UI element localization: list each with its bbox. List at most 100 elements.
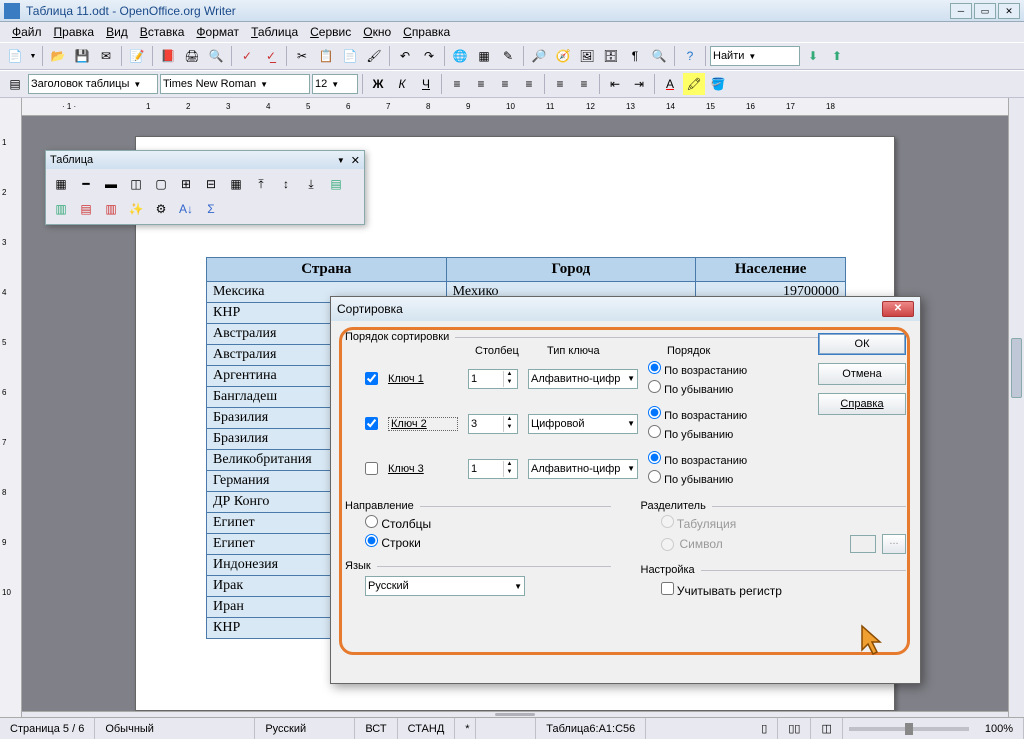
help-button[interactable]: Справка	[818, 393, 906, 415]
optimize-icon[interactable]: ▦	[225, 173, 247, 195]
undo-button[interactable]: ↶	[394, 45, 416, 67]
find-prev-button[interactable]: ⬆	[826, 45, 848, 67]
underline-button[interactable]: Ч	[415, 73, 437, 95]
insert-col-icon[interactable]: ▥	[50, 198, 72, 220]
dialog-close-button[interactable]: ✕	[882, 301, 914, 317]
direction-rows-radio[interactable]	[365, 534, 378, 547]
status-ins[interactable]: ВСТ	[355, 718, 397, 739]
align-top-icon[interactable]: ⤒	[250, 173, 272, 195]
key3-desc-radio[interactable]	[648, 470, 661, 483]
table-button[interactable]: ▦	[473, 45, 495, 67]
float-toolbar-title[interactable]: Таблица ▼ ✕	[46, 151, 364, 169]
maximize-button[interactable]: ▭	[974, 3, 996, 19]
align-left-button[interactable]: ≡	[446, 73, 468, 95]
autoformat-icon[interactable]: ✨	[125, 198, 147, 220]
close-button[interactable]: ✕	[998, 3, 1020, 19]
gallery-button[interactable]: 🖼	[576, 45, 598, 67]
nonprinting-button[interactable]: ¶	[624, 45, 646, 67]
sort-icon[interactable]: A↓	[175, 198, 197, 220]
float-toolbar-close-icon[interactable]: ✕	[351, 154, 360, 167]
sum-icon[interactable]: Σ	[200, 198, 222, 220]
dialog-titlebar[interactable]: Сортировка ✕	[331, 297, 920, 321]
align-right-button[interactable]: ≡	[494, 73, 516, 95]
sep-browse-button[interactable]: ...	[882, 534, 906, 554]
autocheck-button[interactable]: ✓̲	[260, 45, 282, 67]
align-mid-icon[interactable]: ↕	[275, 173, 297, 195]
cut-button[interactable]: ✂	[291, 45, 313, 67]
key3-type-combo[interactable]: Алфавитно-цифр▼	[528, 459, 638, 479]
key2-desc-radio[interactable]	[648, 425, 661, 438]
view-single-icon[interactable]: ▯	[751, 718, 778, 739]
vertical-scrollbar[interactable]	[1008, 98, 1024, 717]
insert-row-icon[interactable]: ▤	[325, 173, 347, 195]
numbering-button[interactable]: ≡	[549, 73, 571, 95]
line-style-icon[interactable]: ━	[75, 173, 97, 195]
status-style[interactable]: Обычный	[95, 718, 255, 739]
zoom-button[interactable]: 🔍	[648, 45, 670, 67]
menu-help[interactable]: Справка	[397, 23, 456, 41]
table-floating-toolbar[interactable]: Таблица ▼ ✕ ▦ ━ ▬ ◫ ▢ ⊞ ⊟ ▦ ⤒ ↕ ⤓ ▤ ▥ ▤ …	[45, 150, 365, 225]
datasources-button[interactable]: 🗄	[600, 45, 622, 67]
key1-column-spinner[interactable]: 1▲▼	[468, 369, 518, 389]
status-cell[interactable]: Таблица6:A1:C56	[536, 718, 646, 739]
find-button[interactable]: 🔎	[528, 45, 550, 67]
font-color-button[interactable]: A	[659, 73, 681, 95]
table-insert-icon[interactable]: ▦	[50, 173, 72, 195]
direction-cols-radio[interactable]	[365, 515, 378, 528]
highlight-button[interactable]: 🖍	[683, 73, 705, 95]
paragraph-style-combo[interactable]: Заголовок таблицы▼	[28, 74, 158, 94]
save-button[interactable]: 💾	[71, 45, 93, 67]
menu-window[interactable]: Окно	[357, 23, 397, 41]
email-button[interactable]: ✉	[95, 45, 117, 67]
language-combo[interactable]: Русский▼	[365, 576, 525, 596]
key1-checkbox[interactable]	[365, 372, 378, 385]
minimize-button[interactable]: ─	[950, 3, 972, 19]
view-multi-icon[interactable]: ▯▯	[778, 718, 811, 739]
key1-asc-radio[interactable]	[648, 361, 661, 374]
float-toolbar-menu-icon[interactable]: ▼	[337, 156, 345, 165]
open-button[interactable]: 📂	[47, 45, 69, 67]
increase-indent-button[interactable]: ⇥	[628, 73, 650, 95]
bold-button[interactable]: Ж	[367, 73, 389, 95]
borders-icon[interactable]: ◫	[125, 173, 147, 195]
decrease-indent-button[interactable]: ⇤	[604, 73, 626, 95]
new-button[interactable]: 📄	[4, 45, 26, 67]
key2-checkbox[interactable]	[365, 417, 378, 430]
line-color-icon[interactable]: ▬	[100, 173, 122, 195]
key1-type-combo[interactable]: Алфавитно-цифр▼	[528, 369, 638, 389]
align-justify-button[interactable]: ≡	[518, 73, 540, 95]
navigator-button[interactable]: 🧭	[552, 45, 574, 67]
key2-type-combo[interactable]: Цифровой▼	[528, 414, 638, 434]
status-zoom[interactable]: 100%	[975, 718, 1024, 739]
key3-column-spinner[interactable]: 1▲▼	[468, 459, 518, 479]
print-button[interactable]: 🖨	[181, 45, 203, 67]
key2-column-spinner[interactable]: 3▲▼	[468, 414, 518, 434]
case-checkbox[interactable]	[661, 582, 674, 595]
split-icon[interactable]: ⊟	[200, 173, 222, 195]
delete-col-icon[interactable]: ▥	[100, 198, 122, 220]
status-sig[interactable]	[476, 718, 536, 739]
status-modified[interactable]: *	[455, 718, 476, 739]
bgcolor-button[interactable]: 🪣	[707, 73, 729, 95]
align-center-button[interactable]: ≡	[470, 73, 492, 95]
menu-tools[interactable]: Сервис	[304, 23, 357, 41]
spellcheck-button[interactable]: ✓	[236, 45, 258, 67]
font-name-combo[interactable]: Times New Roman▼	[160, 74, 310, 94]
redo-button[interactable]: ↷	[418, 45, 440, 67]
key3-asc-radio[interactable]	[648, 451, 661, 464]
menu-format[interactable]: Формат	[190, 23, 245, 41]
new-dropdown[interactable]: ▼	[28, 45, 38, 67]
status-lang[interactable]: Русский	[255, 718, 355, 739]
key3-checkbox[interactable]	[365, 462, 378, 475]
drawing-button[interactable]: ✎	[497, 45, 519, 67]
status-page[interactable]: Страница 5 / 6	[0, 718, 95, 739]
bgfill-icon[interactable]: ▢	[150, 173, 172, 195]
align-bot-icon[interactable]: ⤓	[300, 173, 322, 195]
italic-button[interactable]: К	[391, 73, 413, 95]
preview-button[interactable]: 🔍	[205, 45, 227, 67]
pdf-button[interactable]: 📕	[157, 45, 179, 67]
zoom-slider[interactable]	[849, 727, 969, 731]
menu-table[interactable]: Таблица	[245, 23, 304, 41]
menu-file[interactable]: Файл	[6, 23, 48, 41]
bullets-button[interactable]: ≡	[573, 73, 595, 95]
